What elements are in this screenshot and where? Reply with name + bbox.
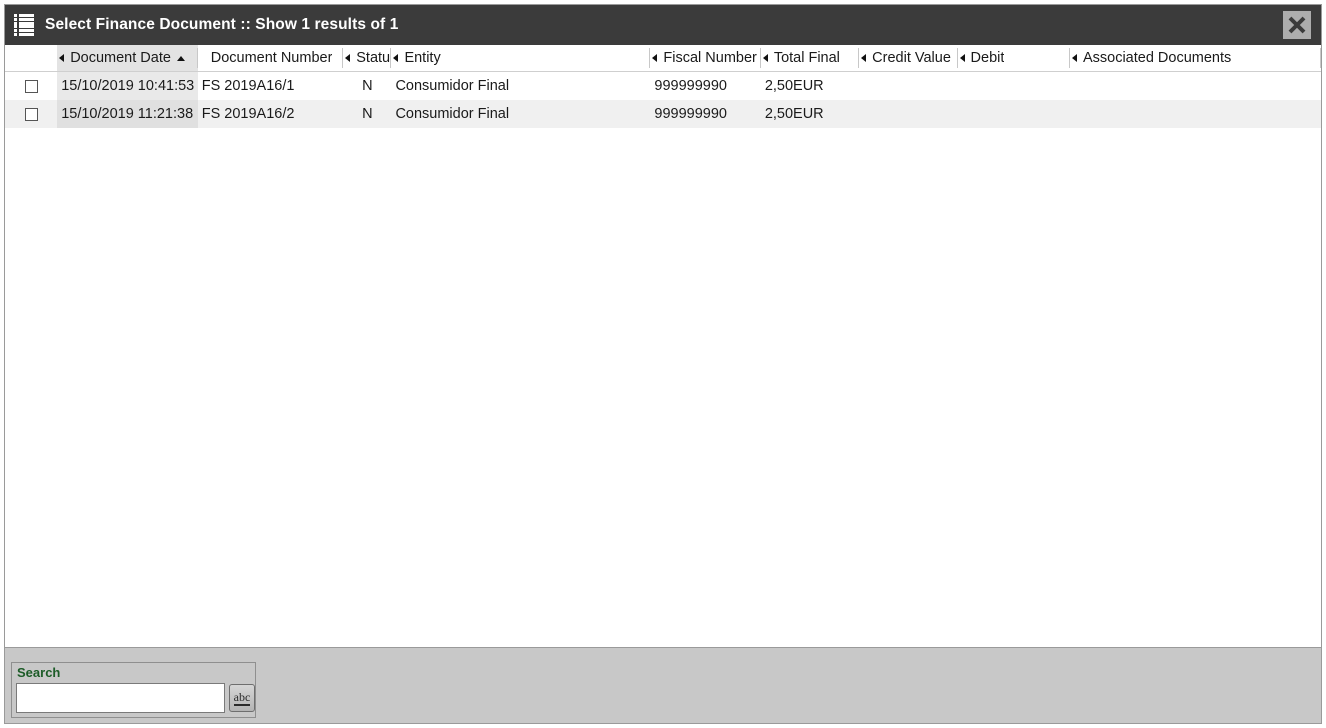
title-bar: Select Finance Document :: Show 1 result… <box>5 5 1321 45</box>
table-body: 15/10/2019 10:41:53 FS 2019A16/1 N Consumid… <box>5 71 1321 128</box>
results-grid[interactable]: Document Date Document Number Statu Entity F… <box>5 45 1321 647</box>
column-header-label: Debit <box>970 50 1005 66</box>
close-icon[interactable] <box>1283 11 1311 39</box>
column-header-number[interactable]: Document Number <box>197 45 344 72</box>
column-menu-icon[interactable] <box>652 54 658 62</box>
column-header-date[interactable]: Document Date <box>57 45 198 72</box>
column-menu-icon[interactable] <box>345 54 351 62</box>
cell-status: N <box>362 106 373 122</box>
column-resize-handle[interactable] <box>1320 48 1321 68</box>
column-header-label: Total Final <box>773 50 840 66</box>
on-screen-keyboard-icon[interactable]: abc <box>229 684 255 712</box>
column-header-credit[interactable]: Credit Value <box>859 45 958 72</box>
cell-entity: Consumidor Final <box>395 106 510 122</box>
column-header-label: Document Number <box>210 50 333 66</box>
column-menu-icon[interactable] <box>393 54 399 62</box>
cell-assoc <box>1070 100 1321 128</box>
column-menu-icon[interactable] <box>1071 54 1077 62</box>
sort-ascending-icon[interactable] <box>176 55 185 61</box>
column-header-entity[interactable]: Entity <box>391 45 651 72</box>
dialog-window: Select Finance Document :: Show 1 result… <box>4 4 1322 724</box>
column-header-label: Associated Documents <box>1082 50 1232 66</box>
cell-fiscal: 999999990 <box>654 106 727 122</box>
cell-credit <box>859 100 957 128</box>
column-header-assoc[interactable]: Associated Documents <box>1069 45 1321 72</box>
row-checkbox[interactable] <box>24 107 38 121</box>
cell-assoc <box>1070 72 1321 101</box>
cell-credit <box>859 72 957 101</box>
window-title: Select Finance Document :: Show 1 result… <box>45 16 399 33</box>
column-header-label: Credit Value <box>872 50 951 66</box>
app-root: Select Finance Document :: Show 1 result… <box>0 0 1326 728</box>
column-header-total[interactable]: Total Final <box>760 45 860 72</box>
cell-date: 15/10/2019 11:21:38 <box>57 100 198 128</box>
cell-debit <box>958 72 1070 101</box>
cell-total: 2,50EUR <box>764 106 824 122</box>
bottom-toolbar: Search abc Show More <box>5 647 1321 723</box>
cell-number: FS 2019A16/2 <box>201 106 295 122</box>
search-input[interactable] <box>16 683 225 713</box>
cell-status: N <box>362 78 373 94</box>
column-header-label: Entity <box>404 50 441 66</box>
cell-number: FS 2019A16/1 <box>201 78 295 94</box>
list-grid-icon <box>13 12 35 38</box>
column-menu-icon[interactable] <box>861 54 867 62</box>
search-label: Search <box>17 665 61 680</box>
column-header-label: Document Date <box>70 50 171 66</box>
cell-fiscal: 999999990 <box>654 78 727 94</box>
cell-debit <box>958 100 1070 128</box>
search-panel: Search abc <box>11 662 256 718</box>
column-header-debit[interactable]: Debit <box>957 45 1070 72</box>
row-select-cell[interactable] <box>5 100 57 128</box>
row-select-cell[interactable] <box>5 72 57 101</box>
column-menu-icon[interactable] <box>762 54 768 62</box>
cell-date: 15/10/2019 10:41:53 <box>57 71 198 100</box>
column-header-status[interactable]: Statu <box>343 45 392 72</box>
table-row[interactable]: 15/10/2019 10:41:53 FS 2019A16/1 N Consumid… <box>5 71 1321 101</box>
documents-table: Document Date Document Number Statu Entity F… <box>5 45 1321 128</box>
cell-total: 2,50EUR <box>764 78 824 94</box>
column-header-label: Fiscal Number <box>663 50 757 66</box>
column-menu-icon[interactable] <box>59 54 65 62</box>
column-menu-icon[interactable] <box>959 54 965 62</box>
column-header-label: Statu <box>356 50 391 66</box>
table-row[interactable]: 15/10/2019 11:21:38 FS 2019A16/2 N Consumid… <box>5 100 1321 128</box>
column-header-fiscal[interactable]: Fiscal Number <box>650 45 761 72</box>
row-checkbox[interactable] <box>24 79 38 93</box>
cell-entity: Consumidor Final <box>395 78 510 94</box>
table-header-row: Document Date Document Number Statu Entity F… <box>5 45 1321 72</box>
column-header-check[interactable] <box>5 45 58 72</box>
abc-label: abc <box>233 689 251 706</box>
